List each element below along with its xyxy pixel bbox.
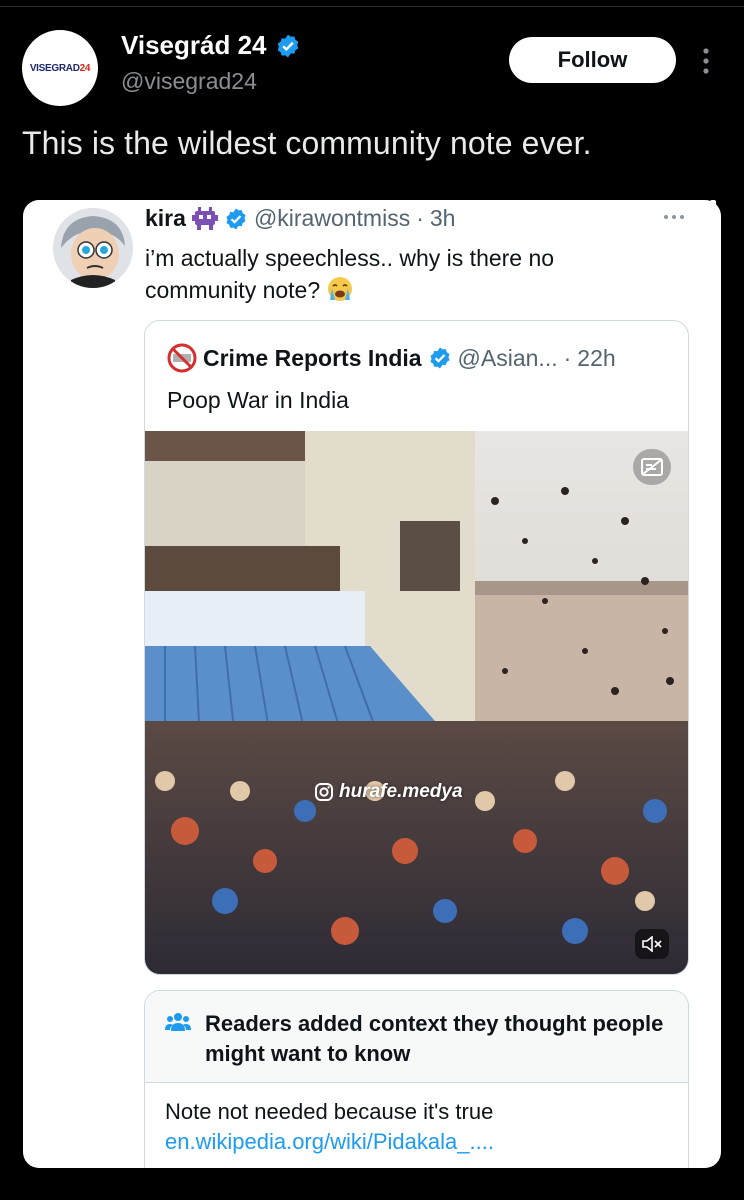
kira-time[interactable]: 3h: [430, 205, 456, 232]
watermark-text: hurafe.medya: [339, 781, 463, 802]
community-note-header: Readers added context they thought peopl…: [145, 991, 688, 1083]
kira-post-text: i’m actually speechless.. why is there n…: [145, 242, 665, 306]
community-note-body: Note not needed because it's true: [165, 1099, 494, 1124]
kira-avatar-image: [53, 208, 133, 288]
quoted-post[interactable]: Crime Reports India @Asian... · 22h Poop…: [144, 320, 689, 975]
mute-icon: [642, 936, 662, 952]
community-note[interactable]: Readers added context they thought peopl…: [144, 990, 689, 1168]
quoted-post-text: Poop War in India: [167, 387, 349, 413]
visegrad-avatar[interactable]: VISEGRAD24: [22, 30, 98, 106]
video-watermark: hurafe.medya: [315, 781, 463, 803]
community-note-title: Readers added context they thought peopl…: [205, 1011, 664, 1066]
video-frame: [145, 431, 688, 974]
author-name-row[interactable]: Visegrád 24: [121, 30, 301, 61]
quoted-author-name[interactable]: Crime Reports India: [203, 345, 422, 372]
no-crime-icon: [167, 343, 197, 373]
verified-badge-icon: [277, 34, 298, 57]
top-divider: [0, 6, 744, 7]
meta-separator: ·: [563, 344, 572, 371]
author-handle[interactable]: @visegrad24: [121, 68, 257, 95]
author-name[interactable]: Visegrád 24: [121, 30, 267, 61]
quoted-author-handle[interactable]: @Asian...: [458, 345, 558, 372]
quoted-time[interactable]: 22h: [577, 345, 615, 372]
video-media[interactable]: hurafe.medya: [145, 431, 688, 974]
more-options-icon[interactable]: [697, 44, 715, 78]
kira-header: kira @kirawontmiss · 3h: [145, 205, 455, 232]
captions-icon: [641, 458, 663, 476]
crying-emoji-icon: [327, 277, 352, 301]
captions-button[interactable]: [633, 449, 671, 485]
mute-button[interactable]: [635, 929, 669, 959]
meta-separator: ·: [416, 205, 424, 231]
follow-button[interactable]: Follow: [509, 37, 676, 83]
community-notes-icon: [165, 1013, 191, 1031]
post-text: This is the wildest community note ever.: [22, 125, 592, 161]
verified-badge-icon: [226, 208, 246, 229]
instagram-icon: [315, 783, 333, 801]
kira-handle[interactable]: @kirawontmiss: [254, 205, 410, 232]
quoted-post-header: Crime Reports India @Asian... · 22h: [167, 343, 616, 373]
screenshot-card: kira @kirawontmiss · 3h i’m actually spe…: [23, 200, 721, 1168]
more-options-icon[interactable]: [663, 212, 685, 222]
verified-badge-icon: [430, 347, 450, 369]
kira-avatar[interactable]: [53, 208, 133, 288]
kira-name[interactable]: kira: [145, 205, 186, 232]
community-note-link[interactable]: en.wikipedia.org/wiki/Pidakala_....: [165, 1129, 494, 1155]
visegrad-logo: VISEGRAD24: [29, 62, 91, 74]
alien-emoji-icon: [191, 206, 218, 230]
